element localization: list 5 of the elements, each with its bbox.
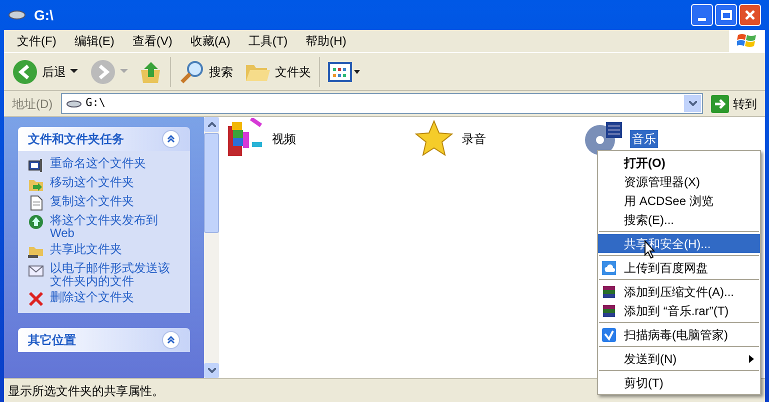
window-title: G:\ bbox=[34, 6, 54, 24]
address-label: 地址(D) bbox=[11, 96, 54, 112]
status-text: 显示所选文件夹的共享属性。 bbox=[8, 382, 164, 400]
panel-title: 其它位置 bbox=[28, 332, 76, 349]
panel-title: 文件和文件夹任务 bbox=[28, 131, 124, 148]
